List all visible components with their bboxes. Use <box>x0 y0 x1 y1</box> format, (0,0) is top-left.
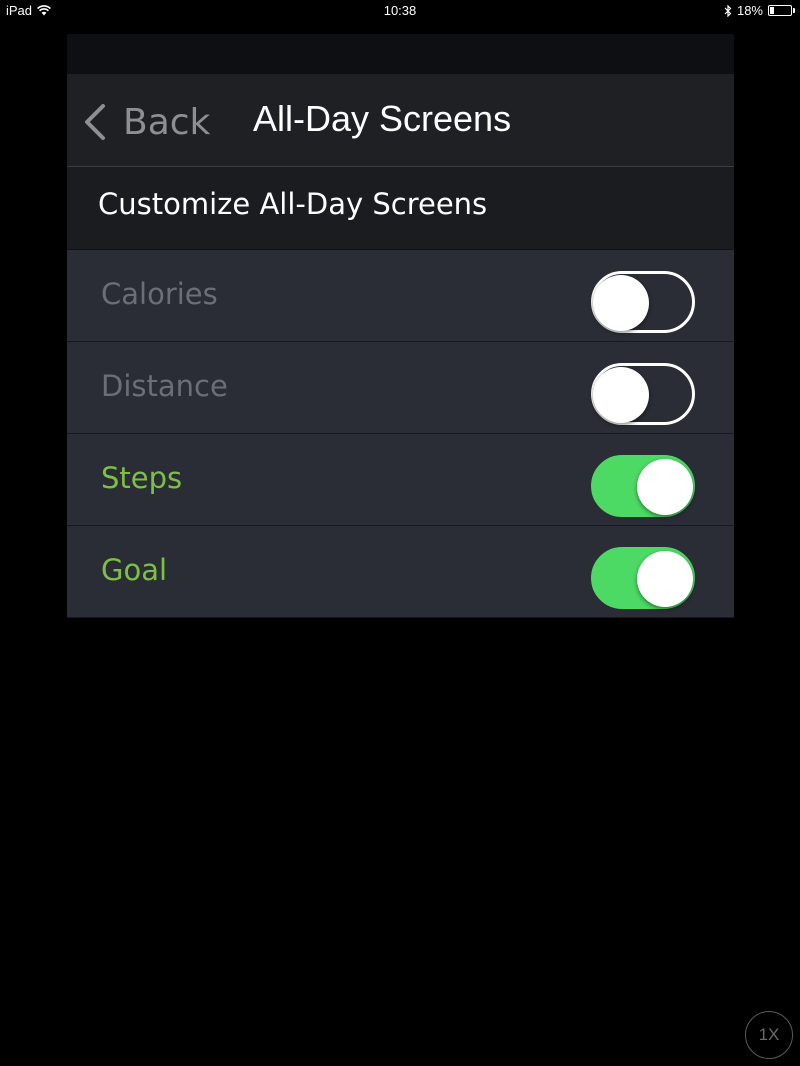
status-time: 10:38 <box>383 3 417 18</box>
toggle-knob <box>593 275 649 331</box>
setting-row-steps: Steps <box>67 434 734 526</box>
toggle-knob <box>593 367 649 423</box>
back-label: Back <box>123 101 211 143</box>
chevron-left-icon <box>85 104 105 140</box>
page-title: All-Day Screens <box>253 98 512 139</box>
zoom-button[interactable]: 1X <box>745 1011 793 1059</box>
setting-row-distance: Distance <box>67 342 734 434</box>
status-bar: iPad 10:38 18% <box>0 0 800 22</box>
steps-toggle[interactable] <box>591 455 695 517</box>
setting-row-goal: Goal <box>67 526 734 618</box>
status-bar-right: 18% <box>724 3 795 18</box>
battery-fill <box>770 7 774 14</box>
row-label: Steps <box>101 461 183 495</box>
settings-panel: Back All-Day Screens Customize All-Day S… <box>67 74 734 618</box>
section-header: Customize All-Day Screens <box>67 167 734 250</box>
top-band <box>67 34 734 74</box>
back-button[interactable]: Back <box>81 100 210 144</box>
goal-toggle[interactable] <box>591 547 695 609</box>
row-label: Distance <box>101 369 228 403</box>
toggle-knob <box>637 459 693 515</box>
section-title: Customize All-Day Screens <box>98 187 488 221</box>
setting-row-calories: Calories <box>67 250 734 342</box>
distance-toggle[interactable] <box>591 363 695 425</box>
row-label: Goal <box>101 553 168 587</box>
row-label: Calories <box>101 277 218 311</box>
bluetooth-icon <box>724 4 732 17</box>
calories-toggle[interactable] <box>591 271 695 333</box>
toggle-knob <box>637 551 693 607</box>
battery-percent: 18% <box>736 3 763 18</box>
battery-icon <box>768 5 795 16</box>
nav-bar: Back All-Day Screens <box>67 74 734 167</box>
